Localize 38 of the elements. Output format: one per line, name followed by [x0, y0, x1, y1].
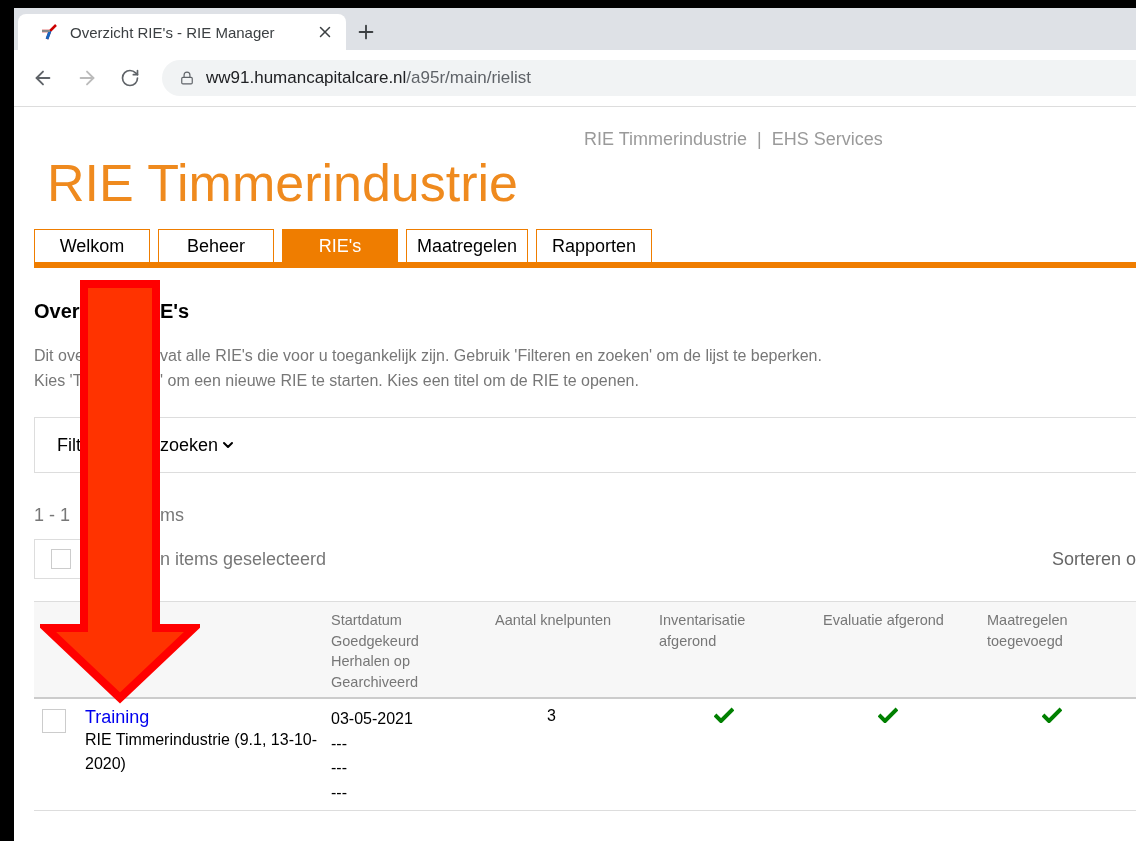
address-bar[interactable]: ww91.humancapitalcare.nl/a95r/main/rielist: [162, 60, 1136, 96]
column-header: Startdatum Goedgekeurd Herhalen op Gearchiveerd: [331, 611, 420, 692]
selection-status: n items geselecteerd: [160, 548, 327, 570]
filter-panel[interactable]: Filt zoeken: [34, 417, 1136, 473]
heading-fragment: E's: [160, 300, 190, 324]
tab-title: Overzicht RIE's - RIE Manager: [70, 23, 276, 41]
url-text: ww91.humancapitalcare.nl/a95r/main/rielist: [206, 68, 532, 88]
filter-fragment: zoeken: [160, 434, 219, 456]
site-title: RIE Timmerindustrie: [46, 153, 519, 214]
nav-tab[interactable]: Beheer: [158, 229, 274, 262]
heading-fragment: Over: [34, 300, 81, 324]
table-cell-text: 3: [546, 707, 557, 726]
column-header: Inventarisatie afgerond: [659, 611, 747, 651]
reload-icon[interactable]: [120, 68, 140, 88]
column-header: Maatregelen toegevoegd: [987, 611, 1069, 651]
filter-fragment: Filt: [57, 434, 82, 456]
sort-label[interactable]: Sorteren o: [1051, 548, 1136, 570]
title-link[interactable]: Training: [85, 707, 150, 728]
count-fragment: 1 - 1: [34, 505, 72, 527]
date-text: ---: [331, 758, 348, 778]
column-header: Aantal knelpunten: [495, 611, 613, 630]
intro-fragment: vat alle RIE's die voor u toegankelijk zijn. Gebruik 'Filteren en zoeken' om de lijst te beperken.: [160, 347, 822, 366]
date-text: 03-05-2021: [331, 709, 414, 729]
browser-tab[interactable]: Overzicht RIE's - RIE Manager: [18, 14, 346, 50]
logo-icon: [40, 22, 60, 42]
nav-tab[interactable]: Maatregelen: [406, 229, 529, 262]
column-header: Evaluatie afgerond: [823, 611, 945, 630]
site-subtitle: RIE Timmerindustrie | EHS Services: [583, 128, 884, 151]
nav-tab[interactable]: Rapporten: [536, 229, 653, 262]
lock-icon: [180, 71, 194, 85]
nav-tab[interactable]: Welkom: [34, 229, 150, 262]
intro-fragment: ' om een nieuwe RIE te starten. Kies een titel om de RIE te openen.: [160, 372, 639, 391]
checkbox[interactable]: [51, 549, 71, 569]
checkbox[interactable]: [42, 709, 66, 733]
count-fragment: ms: [160, 505, 184, 527]
date-text: ---: [331, 733, 348, 754]
row-subtitle: RIE Timmerindustrie (9.1, 13-10-2020): [85, 730, 319, 774]
date-text: ---: [331, 782, 348, 803]
